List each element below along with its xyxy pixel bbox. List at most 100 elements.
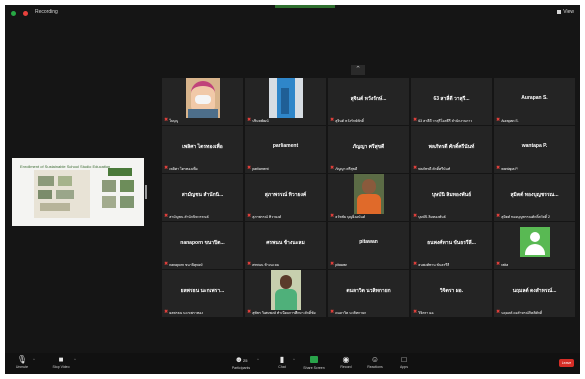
participant-display-name: ดนลาวิต นวลิทกายก — [346, 288, 391, 294]
participant-tile[interactable]: สุมิตต์ ทองบุญชรรณ... ✖ สุมิตต์ ทองบุญชรรณ… — [494, 174, 575, 221]
shared-document-page — [34, 170, 90, 218]
participant-tile[interactable]: Aurapan S. ✖ Aurapan S. — [494, 78, 575, 125]
participant-name-label: ✖ Aurapan S. — [496, 117, 519, 124]
participant-name-label: ✖ นฤมลต์ ดงสำหรณ์กิตติศักดิ์ — [496, 309, 542, 316]
participant-name-label: ✖ ยลพรธน นะกเพราทอง — [164, 309, 203, 316]
shared-screen[interactable]: Enrollment of Sustainable School Studio … — [12, 158, 144, 226]
participant-display-name: wantapa P. — [521, 143, 548, 149]
view-button[interactable]: View — [557, 9, 574, 15]
participant-display-name: ภัญญา ศรีสุขดี — [352, 144, 385, 150]
participants-icon: ☻25 — [234, 355, 248, 364]
participant-name-label: ✖ ปริมลพัฒน์ — [247, 117, 269, 124]
participants-button[interactable]: ☻25 Participants — [226, 355, 256, 370]
shield-icon[interactable] — [11, 11, 16, 16]
record-icon: ◉ — [342, 355, 350, 364]
participant-name-label: ✖ ศรพนน ช้างนะลม — [247, 261, 279, 268]
participant-tile[interactable]: ✖ ปริมลพัฒน์ — [245, 78, 326, 125]
microphone-muted-icon: ✖ — [496, 117, 501, 123]
participant-tile[interactable]: nanaporn ขนาปิต... ✖ nanaporn ขนาปิตุพงษ์ — [162, 222, 243, 269]
microphone-muted-icon: ✖ — [330, 309, 335, 315]
participant-tile[interactable]: ✖ สุพัชร วิเศษพงษ์ ทำเนียบการศึกษา ศักดิ์… — [245, 270, 326, 317]
participant-tile[interactable]: pitawan ✖ pitawan — [328, 222, 409, 269]
participant-name: สุจินต์ หวังรักษ์ศักดิ์ — [335, 118, 364, 123]
video-shirt — [187, 109, 218, 118]
participant-tile[interactable]: เพลิศา ไตรทองเพื่อ ✖ เพลิศา ไตรทองเพื่อ — [162, 126, 243, 173]
apps-label: Apps — [400, 365, 408, 369]
zoom-window: Recording View Enrollment of Sustainable… — [5, 5, 580, 374]
reactions-button[interactable]: ☺ Reactions — [360, 355, 390, 369]
participant-name: สุภาพรรณ์ ทิวายงค์ — [252, 214, 282, 219]
video-shirt — [356, 194, 381, 214]
participant-name-label: ✖ สุพัชร วิเศษพงษ์ ทำเนียบการศึกษา ศักดิ์… — [247, 309, 316, 316]
top-bar: Recording View — [5, 5, 580, 23]
participant-display-name: Aurapan S. — [521, 95, 548, 101]
participant-tile[interactable]: ธนพงศ์ทาน ขันธรรีลี... ✖ ธนพงศ์ทาน ขันธรรี… — [411, 222, 492, 269]
participant-name-label: ✖ สามัญชน สำนักนิทวรรณธ์ — [164, 213, 209, 220]
microphone-muted-icon: ✖ — [496, 213, 501, 219]
participant-tile[interactable]: พลภัทรดี ศักดิ์ศรีนันท์ ✖ พลภัทรดี ศักดิ์ศ… — [411, 126, 492, 173]
participant-tile[interactable]: ✖ ใบบุญ — [162, 78, 243, 125]
microphone-muted-icon: ✖ — [413, 309, 418, 315]
chat-options-caret[interactable]: ^ — [293, 357, 295, 362]
participant-tile[interactable]: 63 สาลี่ดี วาสุรี... ✖ 63 สาลีดี วาสุรีโอส… — [411, 78, 492, 125]
participant-name-label: ✖ 63 สาลีดี วาสุรีโอสธีรี สำนักงานกาว — [413, 117, 472, 124]
share-indicator — [275, 5, 335, 8]
participant-tile[interactable]: ศรพนน ช้างนะลม ✖ ศรพนน ช้างนะลม — [245, 222, 326, 269]
reactions-label: Reactions — [367, 365, 383, 369]
participant-name-label: ✖ ภัญญา ศรีสุขดี — [330, 165, 357, 172]
participant-name: parliament — [252, 166, 269, 171]
participant-tile[interactable]: wantapa P. ✖ wantapa P. — [494, 126, 575, 173]
participant-tile[interactable]: ✖ ratta — [494, 222, 575, 269]
participant-name: สามัญชน สำนักนิทวรรณธ์ — [169, 214, 209, 219]
participant-tile[interactable]: ยลพรธน นะกเพรา... ✖ ยลพรธน นะกเพราทอง — [162, 270, 243, 317]
video-person — [361, 179, 376, 194]
participant-display-name: สุภาพรรณ์ ทิวายงค์ — [264, 192, 307, 198]
video-door — [280, 88, 289, 114]
resize-handle[interactable] — [145, 185, 147, 199]
participant-display-name: ยลพรธน นะกเพรา... — [180, 288, 225, 294]
microphone-muted-icon: ✖ — [413, 261, 418, 267]
participant-video — [270, 270, 301, 310]
apps-button[interactable]: □ Apps — [389, 355, 419, 369]
participant-tile[interactable]: สุจินต์ หวังรักษ์... ✖ สุจินต์ หวังรักษ์ศั… — [328, 78, 409, 125]
record-button[interactable]: ◉ Record — [331, 355, 361, 369]
participant-name: ปริมลพัฒน์ — [252, 118, 269, 123]
participant-name: เพลิศา ไตรทองเพื่อ — [169, 166, 198, 171]
participant-name-label: ✖ ธวัชชัย บุญยิ่งอนันต์ — [330, 213, 365, 220]
participant-tile[interactable]: ภัญญา ศรีสุขดี ✖ ภัญญา ศรีสุขดี — [328, 126, 409, 173]
stop-video-button[interactable]: ■ Stop Video — [46, 355, 76, 369]
document-photo — [58, 176, 72, 186]
participant-tile[interactable]: ดนลาวิต นวลิทกายก ✖ ดนลาวิต นวลิทกายก — [328, 270, 409, 317]
participant-display-name: พลภัทรดี ศักดิ์ศรีนันท์ — [428, 144, 475, 150]
chevron-up-icon[interactable]: ⌃ — [351, 65, 365, 75]
participant-tile[interactable]: วิจิตรา ผอ. ✖ วิจิตรา ผอ. — [411, 270, 492, 317]
share-screen-button[interactable]: Share Screen — [299, 355, 329, 370]
video-options-caret[interactable]: ^ — [74, 357, 76, 362]
participant-name: บุษบันิ ลิมทองพันธ์ — [418, 214, 446, 219]
participant-tile[interactable]: นฤมลต์ ดงสำหรณ์... ✖ นฤมลต์ ดงสำหรณ์กิตติศ… — [494, 270, 575, 317]
view-label: View — [563, 9, 574, 15]
microphone-muted-icon: ✖ — [164, 261, 169, 267]
participant-tile[interactable]: สุภาพรรณ์ ทิวายงค์ ✖ สุภาพรรณ์ ทิวายงค์ — [245, 174, 326, 221]
participants-options-caret[interactable]: ^ — [257, 357, 259, 362]
participant-name: สุพัชร วิเศษพงษ์ ทำเนียบการศึกษา ศักดิ์ช… — [252, 310, 316, 315]
leave-button[interactable]: Leave — [559, 359, 574, 367]
microphone-muted-icon: ✖ — [164, 213, 169, 219]
document-photo — [102, 180, 116, 192]
audio-options-caret[interactable]: ^ — [33, 357, 35, 362]
participant-tile[interactable]: parliament ✖ parliament — [245, 126, 326, 173]
participant-display-name: วิจิตรา ผอ. — [439, 288, 464, 294]
video-camera-icon: ■ — [58, 355, 64, 364]
video-person — [279, 275, 292, 289]
participant-tile[interactable]: บุษบันิ ลิมทองพันธ์ ✖ บุษบันิ ลิมทองพันธ์ — [411, 174, 492, 221]
microphone-muted-icon: ✖ — [247, 165, 252, 171]
participant-display-name: nanaporn ขนาปิต... — [180, 240, 225, 246]
participant-name: Aurapan S. — [501, 118, 519, 123]
participant-tile[interactable]: สามัญชน สำนักนิ... ✖ สามัญชน สำนักนิทวรรณธ… — [162, 174, 243, 221]
participant-name-label: ✖ สุมิตต์ ทองบุญชรรณศักดิ์สวัสดิ์ 2 — [496, 213, 550, 220]
microphone-muted-icon: ✖ — [164, 117, 169, 123]
participant-tile[interactable]: ✖ ธวัชชัย บุญยิ่งอนันต์ — [328, 174, 409, 221]
recording-icon[interactable] — [23, 11, 28, 16]
shared-screen-title: Enrollment of Sustainable School Studio … — [20, 164, 111, 169]
participant-name-label: ✖ ดนลาวิต นวลิทกายก — [330, 309, 366, 316]
